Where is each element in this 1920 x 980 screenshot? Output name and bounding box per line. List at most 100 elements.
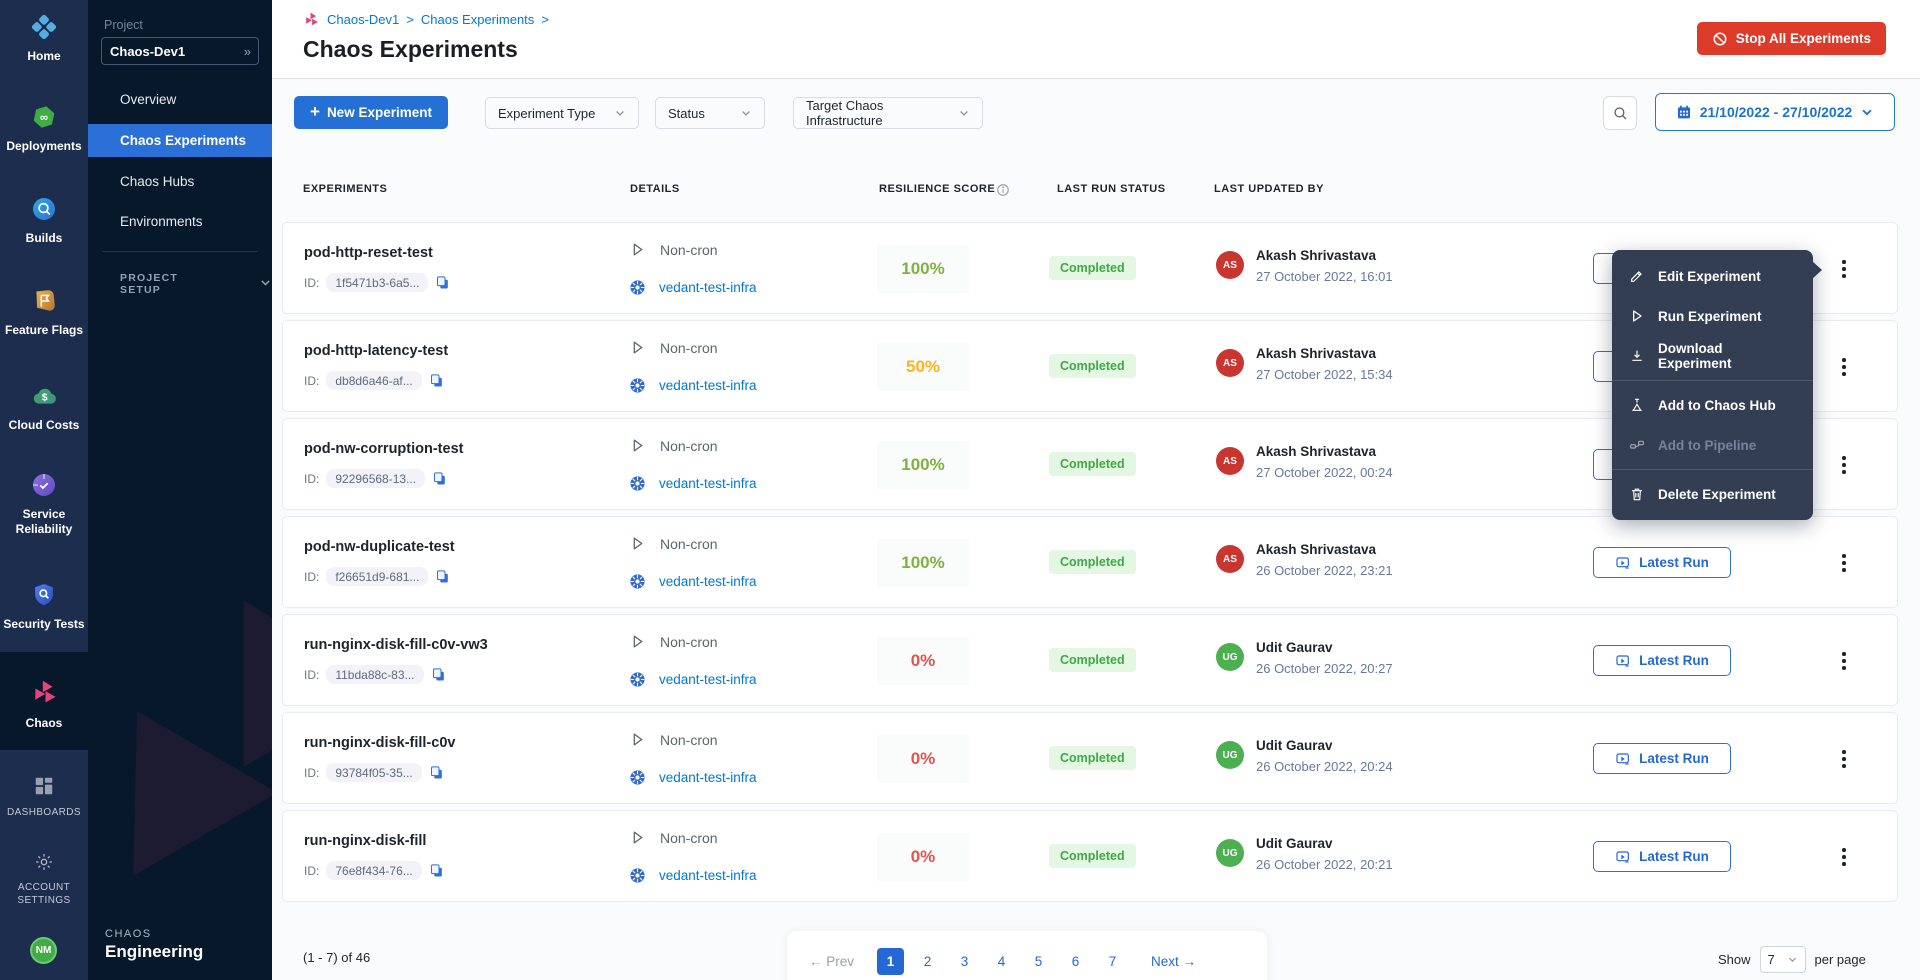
experiment-name[interactable]: pod-http-reset-test	[304, 245, 433, 261]
updated-at: 27 October 2022, 15:34	[1256, 367, 1393, 382]
menu-item-download-experiment[interactable]: Download Experiment	[1612, 336, 1813, 376]
new-experiment-button[interactable]: + New Experiment	[294, 96, 448, 129]
chevron-down-icon	[259, 276, 272, 292]
latest-run-button[interactable]: Latest Run	[1593, 645, 1731, 676]
row-menu-button[interactable]	[1831, 250, 1857, 288]
sidebar-item-environments[interactable]: Environments	[88, 206, 272, 236]
pagination-page-7[interactable]: 7	[1099, 948, 1126, 975]
infrastructure-link[interactable]: vedant-test-infra	[659, 574, 757, 589]
row-menu-button[interactable]	[1831, 544, 1857, 582]
infrastructure-link[interactable]: vedant-test-infra	[659, 868, 757, 883]
breadcrumb-link-project[interactable]: Chaos-Dev1	[327, 12, 399, 27]
rail-item-service-reliability[interactable]: Service Reliability	[0, 472, 88, 537]
infrastructure-link[interactable]: vedant-test-infra	[659, 672, 757, 687]
updated-at: 26 October 2022, 20:24	[1256, 759, 1393, 774]
pagination-page-5[interactable]: 5	[1025, 948, 1052, 975]
per-page-label: per page	[1815, 952, 1866, 967]
experiment-name[interactable]: pod-nw-corruption-test	[304, 441, 463, 457]
kubernetes-icon	[629, 671, 646, 688]
updated-by-name: Akash Shrivastava	[1256, 542, 1376, 557]
experiment-name[interactable]: run-nginx-disk-fill	[304, 833, 426, 849]
pagination-page-6[interactable]: 6	[1062, 948, 1089, 975]
infrastructure-link[interactable]: vedant-test-infra	[659, 378, 757, 393]
panel-divider	[102, 251, 258, 252]
filter-target-chaos-infrastructure[interactable]: Target Chaos Infrastructure	[793, 97, 983, 129]
menu-item-add-to-chaos-hub[interactable]: Add to Chaos Hub	[1612, 385, 1813, 425]
avatar: AS	[1216, 251, 1244, 279]
avatar: UG	[1216, 643, 1244, 671]
run-report-icon	[1615, 653, 1631, 669]
edit-icon	[1629, 268, 1645, 284]
pagination-next[interactable]: Next →	[1151, 954, 1196, 969]
breadcrumb-link-chaos-experiments[interactable]: Chaos Experiments	[421, 12, 534, 27]
sidebar-item-chaos-experiments[interactable]: Chaos Experiments	[88, 124, 272, 157]
show-label: Show	[1718, 952, 1751, 967]
table-row[interactable]: run-nginx-disk-fill-c0v-vw3 ID: 11bda88c…	[282, 614, 1898, 706]
updated-at: 26 October 2022, 20:21	[1256, 857, 1393, 872]
infrastructure-link[interactable]: vedant-test-infra	[659, 476, 757, 491]
rail-item-cloud-costs[interactable]: $ Cloud Costs	[0, 383, 88, 433]
infrastructure-link[interactable]: vedant-test-infra	[659, 770, 757, 785]
pagination-page-4[interactable]: 4	[988, 948, 1015, 975]
project-selector[interactable]: Chaos-Dev1 »	[101, 37, 259, 65]
date-range-picker[interactable]: 21/10/2022 - 27/10/2022	[1655, 93, 1895, 131]
info-icon[interactable]	[996, 183, 1010, 200]
copy-icon[interactable]	[429, 863, 444, 878]
updated-at: 27 October 2022, 00:24	[1256, 465, 1393, 480]
table-row[interactable]: pod-nw-duplicate-test ID: f26651d9-681..…	[282, 516, 1898, 608]
page-size-select[interactable]: 7	[1760, 946, 1806, 973]
table-row[interactable]: run-nginx-disk-fill ID: 76e8f434-76... N…	[282, 810, 1898, 902]
sidebar-item-overview[interactable]: Overview	[88, 84, 272, 114]
project-setup-toggle[interactable]: PROJECT SETUP	[120, 272, 272, 296]
pagination-prev[interactable]: ← Prev	[809, 954, 854, 969]
table-row[interactable]: run-nginx-disk-fill-c0v ID: 93784f05-35.…	[282, 712, 1898, 804]
copy-icon[interactable]	[435, 569, 450, 584]
copy-icon[interactable]	[432, 471, 447, 486]
rail-item-chaos[interactable]: Chaos	[0, 678, 88, 731]
filter-experiment-type[interactable]: Experiment Type	[485, 97, 639, 129]
rail-item-security-tests[interactable]: Security Tests	[0, 582, 88, 632]
rail-item-account-settings[interactable]: ACCOUNT SETTINGS	[0, 852, 88, 907]
id-label: ID:	[304, 570, 319, 584]
resilience-score-value: 0%	[877, 735, 969, 783]
row-menu-button[interactable]	[1831, 642, 1857, 680]
experiment-name[interactable]: pod-nw-duplicate-test	[304, 539, 455, 555]
row-menu-button[interactable]	[1831, 348, 1857, 386]
menu-item-delete-experiment[interactable]: Delete Experiment	[1612, 474, 1813, 514]
pagination-page-1[interactable]: 1	[877, 948, 904, 975]
rail-item-deployments[interactable]: ∞ Deployments	[0, 104, 88, 154]
svg-text:∞: ∞	[40, 112, 48, 124]
collapse-chevrons-icon[interactable]: »	[244, 44, 250, 59]
sidebar-item-chaos-hubs[interactable]: Chaos Hubs	[88, 166, 272, 196]
experiment-name[interactable]: run-nginx-disk-fill-c0v-vw3	[304, 637, 488, 653]
rail-item-builds[interactable]: Builds	[0, 196, 88, 246]
latest-run-button[interactable]: Latest Run	[1593, 841, 1731, 872]
rail-item-home[interactable]: Home	[0, 14, 88, 64]
copy-icon[interactable]	[429, 373, 444, 388]
copy-icon[interactable]	[435, 275, 450, 290]
play-outline-icon	[629, 339, 646, 356]
rail-item-feature-flags[interactable]: Feature Flags	[0, 288, 88, 338]
row-menu-button[interactable]	[1831, 838, 1857, 876]
latest-run-button[interactable]: Latest Run	[1593, 547, 1731, 578]
row-menu-button[interactable]	[1831, 446, 1857, 484]
experiment-id: 1f5471b3-6a5...	[326, 273, 428, 292]
copy-icon[interactable]	[429, 765, 444, 780]
filter-status[interactable]: Status	[655, 97, 765, 129]
status-badge: Completed	[1049, 844, 1136, 868]
menu-item-edit-experiment[interactable]: Edit Experiment	[1612, 256, 1813, 296]
latest-run-button[interactable]: Latest Run	[1593, 743, 1731, 774]
menu-item-run-experiment[interactable]: Run Experiment	[1612, 296, 1813, 336]
pagination-page-3[interactable]: 3	[951, 948, 978, 975]
user-avatar[interactable]: NM	[30, 937, 57, 964]
pagination-page-2[interactable]: 2	[914, 948, 941, 975]
row-menu-button[interactable]	[1831, 740, 1857, 778]
rail-item-dashboards[interactable]: DASHBOARDS	[0, 775, 88, 819]
experiment-name[interactable]: pod-http-latency-test	[304, 343, 448, 359]
copy-icon[interactable]	[431, 667, 446, 682]
stop-all-experiments-button[interactable]: Stop All Experiments	[1697, 22, 1886, 55]
experiment-name[interactable]: run-nginx-disk-fill-c0v	[304, 735, 455, 751]
infrastructure-link[interactable]: vedant-test-infra	[659, 280, 757, 295]
updated-at: 26 October 2022, 20:27	[1256, 661, 1393, 676]
search-button[interactable]	[1603, 96, 1637, 130]
